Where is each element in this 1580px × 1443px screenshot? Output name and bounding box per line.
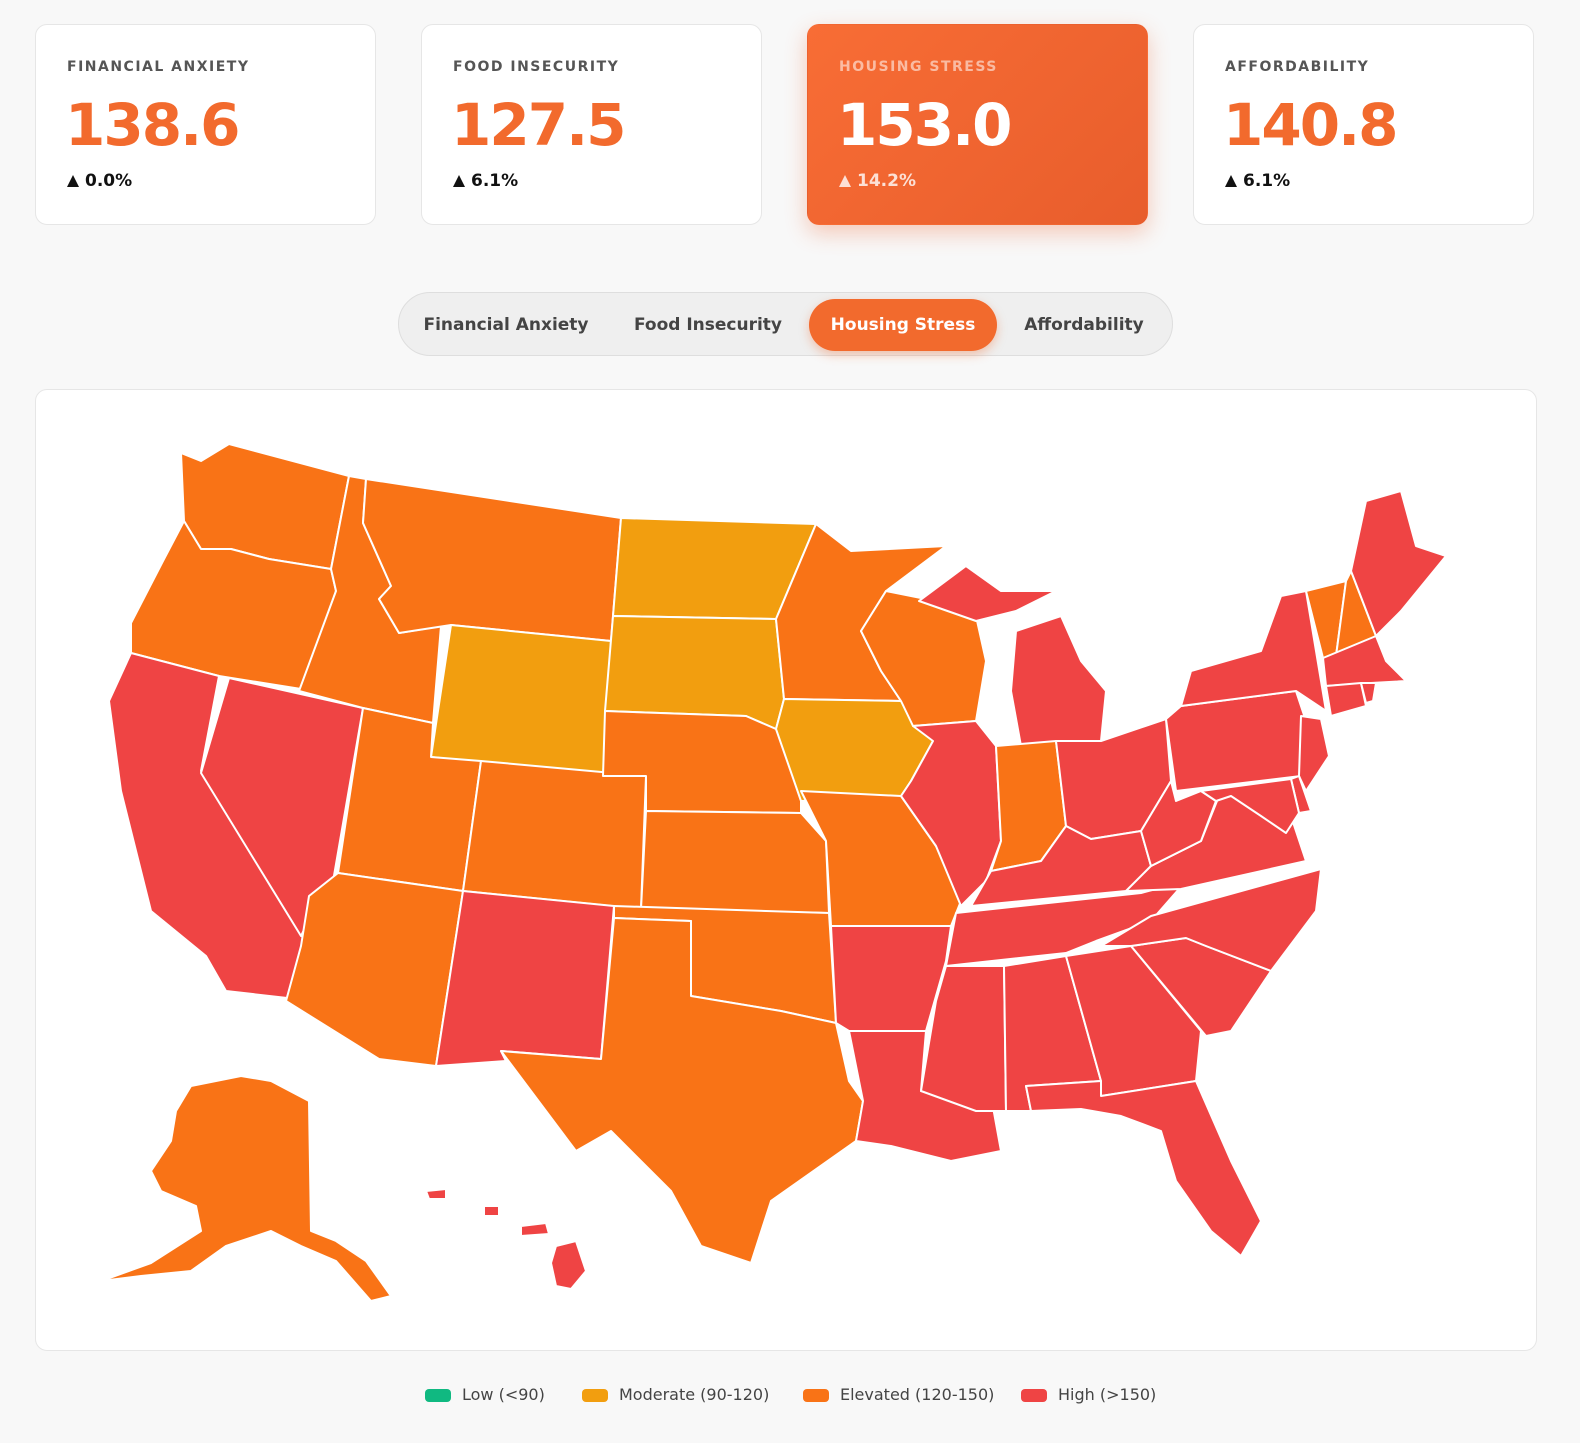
state-mt[interactable] [362,478,622,642]
metric-cards: FINANCIAL ANXIETY 138.6 0.0% FOOD INSECU… [35,24,1549,227]
card-food-insecurity[interactable]: FOOD INSECURITY 127.5 6.1% [421,24,762,225]
tab-affordability[interactable]: Affordability [1005,299,1163,351]
card-label: FOOD INSECURITY [453,59,620,75]
change-value: 14.2% [857,171,916,191]
metric-tabs: Financial Anxiety Food Insecurity Housin… [398,292,1173,356]
tab-financial-anxiety[interactable]: Financial Anxiety [413,299,599,351]
triangle-up-icon [453,175,465,187]
legend-swatch-moderate [582,1389,608,1402]
card-change: 0.0% [67,171,132,191]
card-affordability[interactable]: AFFORDABILITY 140.8 6.1% [1193,24,1534,225]
state-fl[interactable] [1025,1080,1262,1257]
us-choropleth-map [100,443,1447,1302]
card-value: 127.5 [451,91,626,159]
state-ct[interactable] [1325,682,1367,717]
legend-label: Low (<90) [462,1385,545,1404]
card-change: 6.1% [1225,171,1290,191]
legend-swatch-high [1021,1389,1047,1402]
tab-food-insecurity[interactable]: Food Insecurity [607,299,809,351]
state-az[interactable] [285,872,464,1067]
state-hi[interactable] [425,1188,587,1290]
change-value: 6.1% [1243,171,1291,191]
legend-label: High (>150) [1058,1385,1157,1404]
card-label: HOUSING STRESS [839,59,998,75]
map-legend: Low (<90) Moderate (90-120) Elevated (12… [0,1385,1580,1405]
card-label: AFFORDABILITY [1225,59,1370,75]
card-change: 14.2% [839,171,916,191]
card-value: 153.0 [837,91,1012,159]
triangle-up-icon [839,175,851,187]
state-ks[interactable] [640,810,830,914]
legend-label: Elevated (120-150) [840,1385,995,1404]
change-value: 0.0% [85,171,133,191]
state-wy[interactable] [430,624,612,777]
state-nm[interactable] [435,890,615,1067]
triangle-up-icon [67,175,79,187]
state-ak[interactable] [100,1075,392,1302]
map-panel [35,389,1537,1351]
card-financial-anxiety[interactable]: FINANCIAL ANXIETY 138.6 0.0% [35,24,376,225]
card-value: 138.6 [65,91,240,159]
state-nj[interactable] [1298,715,1330,792]
state-ny[interactable] [1180,590,1327,712]
tab-housing-stress[interactable]: Housing Stress [809,299,997,351]
triangle-up-icon [1225,175,1237,187]
legend-swatch-low [425,1389,451,1402]
legend-swatch-elevated [803,1389,829,1402]
card-value: 140.8 [1223,91,1398,159]
card-change: 6.1% [453,171,518,191]
state-co[interactable] [462,760,647,910]
legend-label: Moderate (90-120) [619,1385,770,1404]
card-label: FINANCIAL ANXIETY [67,59,250,75]
card-housing-stress[interactable]: HOUSING STRESS 153.0 14.2% [807,24,1148,225]
change-value: 6.1% [471,171,519,191]
